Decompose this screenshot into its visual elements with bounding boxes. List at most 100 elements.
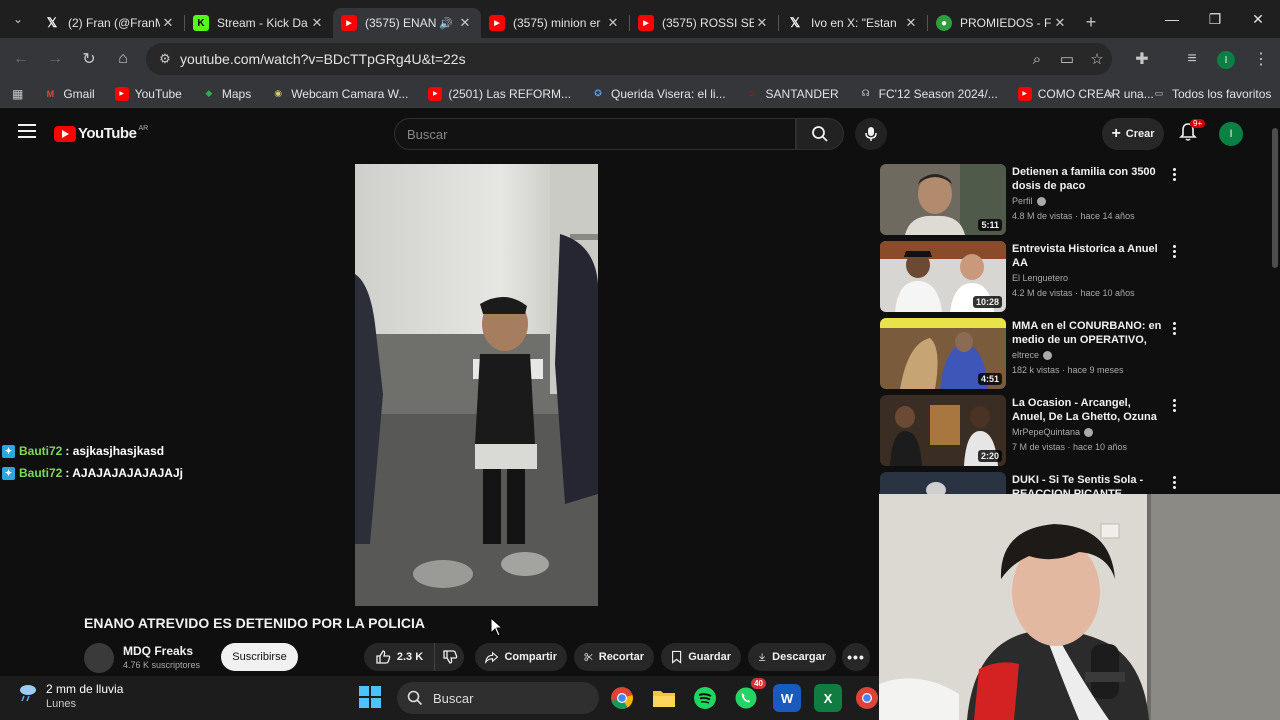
channel-info: MDQ Freaks 4.76 K suscriptores Suscribir… <box>84 641 384 675</box>
spotify-app[interactable] <box>691 684 719 712</box>
close-tab-icon[interactable]: ✕ <box>160 15 176 31</box>
browser-tab[interactable]: ● PROMIEDOS - F ✕ <box>928 8 1076 38</box>
recommended-title[interactable]: MMA en el CONURBANO: en medio de un OPER… <box>1012 319 1167 347</box>
bookmark-querida-visera[interactable]: ✪ Querida Visera: el li... <box>591 87 725 101</box>
folder-icon <box>653 691 675 707</box>
whatsapp-app[interactable]: 40 <box>732 678 766 712</box>
url-text[interactable]: youtube.com/watch?v=BDcTTpGRg4U&t=22s <box>180 51 1022 67</box>
gmail-icon: M <box>46 88 55 99</box>
word-app[interactable]: W <box>773 684 801 712</box>
bookmark-star-icon[interactable]: ☆ <box>1082 50 1112 68</box>
bookmark-santander[interactable]: ♨ SANTANDER <box>746 87 838 101</box>
close-window-button[interactable]: ✕ <box>1236 0 1280 38</box>
browser-tab[interactable]: K Stream - Kick Da ✕ <box>185 8 333 38</box>
video-options-icon[interactable] <box>1173 245 1177 260</box>
bookmark-maps[interactable]: ◆ Maps <box>202 87 251 101</box>
restore-button[interactable]: ❐ <box>1193 0 1237 38</box>
speaker-icon[interactable]: 🔊 <box>439 17 453 30</box>
close-tab-icon[interactable]: ✕ <box>903 15 919 31</box>
chrome-app-2[interactable] <box>855 684 879 712</box>
like-button[interactable]: 2.3 K <box>364 643 434 671</box>
bookmark-reformas[interactable]: ▶ (2501) Las REFORM... <box>428 86 571 101</box>
new-tab-button[interactable]: + <box>1076 12 1106 33</box>
forward-button[interactable]: → <box>38 42 72 76</box>
recommended-video[interactable]: 4:51 MMA en el CONURBANO: en medio de un… <box>880 318 1180 390</box>
back-button[interactable]: ← <box>4 42 38 76</box>
search-input[interactable]: Buscar <box>394 118 796 150</box>
more-actions-button[interactable]: ••• <box>842 643 870 671</box>
browser-tab[interactable]: ▶ (3575) ROSSI SE ✕ <box>630 8 778 38</box>
zoom-icon[interactable]: ⌕ <box>1022 51 1052 68</box>
excel-app[interactable]: X <box>814 684 842 712</box>
bookmark-como-crear[interactable]: ▶ COMO CREAR una... <box>1017 86 1154 101</box>
subscribe-button[interactable]: Suscribirse <box>221 643 298 671</box>
taskbar-search[interactable]: Buscar <box>397 682 599 714</box>
close-tab-icon[interactable]: ✕ <box>605 15 621 31</box>
channel-name[interactable]: MDQ Freaks <box>123 644 193 658</box>
youtube-icon: ▶ <box>341 15 357 31</box>
file-explorer-app[interactable] <box>650 684 678 712</box>
close-tab-icon[interactable]: ✕ <box>754 15 770 31</box>
bookmark-webcam[interactable]: ◉ Webcam Camara W... <box>271 87 408 101</box>
chrome-icon <box>856 687 878 709</box>
extensions-icon[interactable]: ✚ <box>1125 42 1159 76</box>
video-options-icon[interactable] <box>1173 399 1177 414</box>
create-button[interactable]: + Crear <box>1102 118 1164 150</box>
recommended-video[interactable]: 10:28 Entrevista Historica a Anuel AA El… <box>880 241 1180 313</box>
account-avatar[interactable]: I <box>1219 122 1243 146</box>
menu-kebab-icon[interactable]: ⋮ <box>1244 42 1278 76</box>
video-options-icon[interactable] <box>1173 322 1177 337</box>
start-button[interactable] <box>358 685 384 711</box>
weather-widget[interactable]: 2 mm de lluvia Lunes <box>16 682 123 710</box>
voice-search-button[interactable] <box>855 118 887 150</box>
bookmark-gmail[interactable]: M Gmail <box>43 87 95 101</box>
video-player[interactable] <box>355 164 598 606</box>
video-thumbnail[interactable]: 4:51 <box>880 318 1006 389</box>
close-tab-icon[interactable]: ✕ <box>309 15 325 31</box>
menu-hamburger-icon[interactable] <box>18 124 36 142</box>
recommended-title[interactable]: La Ocasion - Arcangel, Anuel, De La Ghet… <box>1012 396 1167 424</box>
address-bar[interactable]: ⚙ youtube.com/watch?v=BDcTTpGRg4U&t=22s … <box>146 43 1112 75</box>
more-bookmarks-icon[interactable]: » <box>1107 87 1114 101</box>
video-thumbnail[interactable]: 10:28 <box>880 241 1006 312</box>
browser-tab-active[interactable]: ▶ (3575) ENAN 🔊 ✕ <box>333 8 481 38</box>
share-button[interactable]: Compartir <box>475 643 567 671</box>
video-options-icon[interactable] <box>1173 476 1177 491</box>
recommended-title[interactable]: Entrevista Historica a Anuel AA <box>1012 242 1167 270</box>
download-button[interactable]: Descargar <box>748 643 836 671</box>
browser-tab[interactable]: 𝕏 Ivo en X: "Estan ✕ <box>779 8 927 38</box>
browser-tab[interactable]: 𝕏 (2) Fran (@FranM ✕ <box>36 8 184 38</box>
cast-icon[interactable]: ▭ <box>1052 50 1082 68</box>
save-button[interactable]: Guardar <box>661 643 741 671</box>
bookmark-fc12[interactable]: ☊ FC'12 Season 2024/... <box>859 87 998 101</box>
recommended-title[interactable]: Detienen a familia con 3500 dosis de pac… <box>1012 165 1167 193</box>
recommended-video[interactable]: 2:20 La Ocasion - Arcangel, Anuel, De La… <box>880 395 1180 467</box>
media-control-icon[interactable]: ≡ <box>1175 42 1209 76</box>
bookmark-youtube[interactable]: ▶ YouTube <box>114 86 182 101</box>
youtube-logo[interactable]: YouTube AR <box>54 125 148 142</box>
minimize-button[interactable]: — <box>1150 0 1194 38</box>
notifications-button[interactable]: 9+ <box>1178 119 1206 146</box>
site-info-icon[interactable]: ⚙ <box>150 51 180 67</box>
reload-button[interactable]: ↻ <box>72 42 106 76</box>
recommended-video[interactable]: 5:11 Detienen a familia con 3500 dosis d… <box>880 164 1180 236</box>
home-button[interactable]: ⌂ <box>106 42 140 76</box>
dislike-button[interactable] <box>434 643 464 671</box>
youtube-icon: ▶ <box>1017 86 1032 101</box>
apps-grid-icon[interactable]: ▦ <box>12 87 23 101</box>
search-button[interactable] <box>796 118 844 150</box>
video-thumbnail[interactable]: 2:20 <box>880 395 1006 466</box>
close-tab-icon[interactable]: ✕ <box>457 15 473 31</box>
video-options-icon[interactable] <box>1173 168 1177 183</box>
all-bookmarks-folder[interactable]: ▭ Todos los favoritos <box>1152 87 1272 101</box>
channel-avatar[interactable] <box>84 643 114 673</box>
browser-tab[interactable]: ▶ (3575) minion er ✕ <box>481 8 629 38</box>
profile-avatar[interactable]: I <box>1217 51 1235 69</box>
video-thumbnail[interactable]: 5:11 <box>880 164 1006 235</box>
close-tab-icon[interactable]: ✕ <box>1052 15 1068 31</box>
clip-button[interactable]: Recortar <box>574 643 654 671</box>
scrollbar-thumb[interactable] <box>1272 128 1278 268</box>
webcam-icon: ◉ <box>274 88 283 98</box>
tab-search-dropdown[interactable]: ⌄ <box>0 0 36 38</box>
chrome-app[interactable] <box>608 684 636 712</box>
